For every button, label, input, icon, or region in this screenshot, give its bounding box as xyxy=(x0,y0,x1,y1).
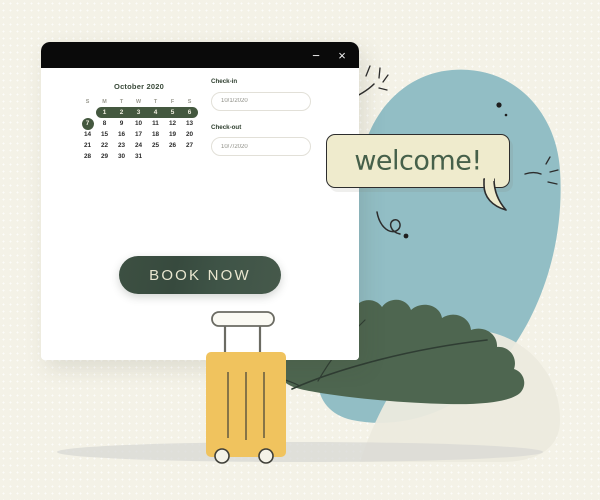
calendar-day-cell[interactable]: 28 xyxy=(79,151,96,162)
calendar-day-cell[interactable]: 1 xyxy=(96,107,113,118)
checkin-input[interactable] xyxy=(211,91,311,111)
calendar-day-cell[interactable]: 12 xyxy=(164,118,181,129)
calendar-day-cell[interactable]: 9 xyxy=(113,118,130,129)
calendar-day-cell[interactable]: 22 xyxy=(96,140,113,151)
calendar-day-cell[interactable]: 7 xyxy=(79,118,96,129)
calendar-day-cell[interactable]: 24 xyxy=(130,140,147,151)
calendar-day-cell[interactable]: 31 xyxy=(130,151,147,162)
calendar-day-cell[interactable]: 5 xyxy=(164,107,181,118)
suitcase-wheel-left xyxy=(214,448,230,464)
suitcase-handle-bar xyxy=(211,311,275,327)
calendar-week-row: 28 29 30 31 xyxy=(79,151,199,162)
calendar-day-cell[interactable]: 21 xyxy=(79,140,96,151)
window-titlebar: − × xyxy=(41,42,359,68)
suitcase-wheel-right xyxy=(258,448,274,464)
weekday-label: F xyxy=(170,99,175,105)
calendar-day-cell xyxy=(147,151,164,162)
weekday-label: T xyxy=(119,99,124,105)
booking-form: Check-in Check-out xyxy=(211,78,311,156)
calendar-day-cell[interactable]: 26 xyxy=(164,140,181,151)
weekday-label: M xyxy=(102,99,107,105)
calendar-day-cell[interactable]: 23 xyxy=(113,140,130,151)
calendar-day-cell[interactable]: 20 xyxy=(181,129,198,140)
calendar-week-row: 21 22 23 24 25 26 27 xyxy=(79,140,199,151)
calendar-weekday-row: S M T W T F S xyxy=(79,98,199,107)
weekday-label: S xyxy=(187,99,192,105)
bubble-tail-icon xyxy=(483,176,507,211)
calendar-day-cell[interactable]: 18 xyxy=(147,129,164,140)
calendar-day-cell[interactable]: 11 xyxy=(147,118,164,129)
welcome-text: welcome! xyxy=(354,145,482,177)
calendar-day-cell[interactable]: 25 xyxy=(147,140,164,151)
calendar-day-cell xyxy=(79,107,96,118)
calendar-day-cell[interactable]: 17 xyxy=(130,129,147,140)
suitcase-illustration xyxy=(206,311,286,464)
booking-window: − × October 2020 S M T W T F S 1 2 3 4 5… xyxy=(41,42,359,360)
weekday-label: T xyxy=(153,99,158,105)
weekday-label: W xyxy=(135,99,142,105)
calendar-week-row: 14 15 16 17 18 19 20 xyxy=(79,129,199,140)
checkout-label: Check-out xyxy=(211,123,242,131)
calendar-day-cell[interactable]: 6 xyxy=(181,107,198,118)
window-content: October 2020 S M T W T F S 1 2 3 4 5 6 7… xyxy=(41,68,359,360)
calendar-day-cell[interactable]: 3 xyxy=(130,107,147,118)
calendar-day-cell[interactable]: 2 xyxy=(113,107,130,118)
welcome-bubble: welcome! xyxy=(326,134,510,211)
calendar-day-cell[interactable]: 4 xyxy=(147,107,164,118)
calendar-day-cell[interactable]: 29 xyxy=(96,151,113,162)
calendar-day-cell[interactable]: 30 xyxy=(113,151,130,162)
calendar-day-cell[interactable]: 13 xyxy=(181,118,198,129)
close-icon[interactable]: × xyxy=(336,49,348,62)
calendar-day-cell[interactable]: 27 xyxy=(181,140,198,151)
calendar-day-cell[interactable]: 8 xyxy=(96,118,113,129)
calendar-day-cell[interactable]: 10 xyxy=(130,118,147,129)
calendar-day-cell[interactable]: 14 xyxy=(79,129,96,140)
calendar-day-cell xyxy=(181,151,198,162)
calendar-day-cell[interactable]: 19 xyxy=(164,129,181,140)
calendar-week-row: 7 8 9 10 11 12 13 xyxy=(79,117,199,130)
calendar-widget: October 2020 S M T W T F S 1 2 3 4 5 6 7… xyxy=(79,82,199,162)
squiggle-dot xyxy=(403,233,409,239)
book-now-button[interactable]: BOOK NOW xyxy=(119,256,281,294)
calendar-day-cell[interactable]: 16 xyxy=(113,129,130,140)
calendar-month-label: October 2020 xyxy=(114,82,164,91)
calendar-week-row: 1 2 3 4 5 6 xyxy=(79,107,199,118)
calendar-day-cell[interactable]: 15 xyxy=(96,129,113,140)
calendar-day-cell xyxy=(164,151,181,162)
illustration-canvas: − × October 2020 S M T W T F S 1 2 3 4 5… xyxy=(0,0,600,500)
blob-dot-large xyxy=(496,102,502,108)
checkout-input[interactable] xyxy=(211,137,311,156)
blob-dot-small xyxy=(504,113,508,117)
minimize-icon[interactable]: − xyxy=(310,49,322,62)
checkin-label: Check-in xyxy=(211,78,238,85)
weekday-label: S xyxy=(85,99,90,105)
